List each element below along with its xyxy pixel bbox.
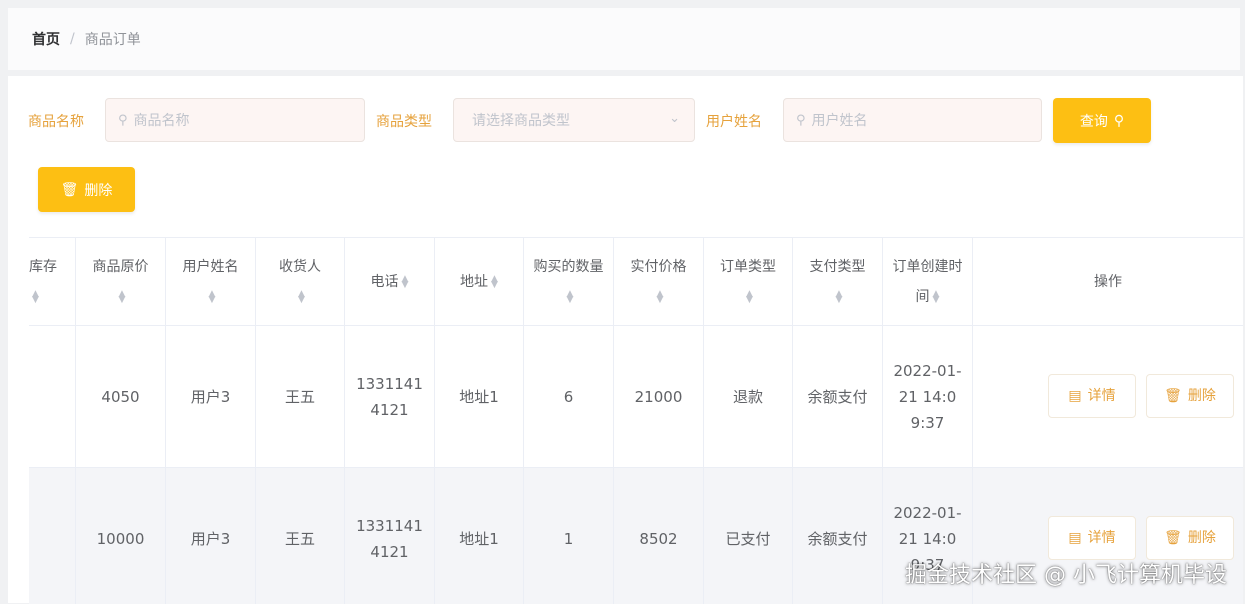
breadcrumb-bar: 首页 / 商品订单 [8,8,1240,70]
table-row: 4050 用户3 王五 13311414121 地址1 6 21000 退款 余… [29,326,1243,468]
search-icon: ⚲ [1113,112,1125,129]
breadcrumb-current: 商品订单 [84,32,141,48]
main-panel: 商品名称 ⚲ 商品名称 商品类型 请选择商品类型 ⌄ 用户姓名 ⚲ 用户姓名 查… [8,76,1243,604]
table-header: 库存 ▲ ▼ 商品原价 ▲ ▼ 用户姓名 ▲ ▼ 收货人 ▲ ▼ 电话 ▲ ▼ 地址 ▲ ▼ 购买的数量… [29,238,1243,326]
cell-receiver: 王五 [256,326,345,467]
product-name-placeholder: 商品名称 [133,113,190,129]
breadcrumb-home[interactable]: 首页 [32,29,60,49]
watermark: 掘金技术社区 @ 小飞计算机毕设 [905,563,1227,588]
col-quantity-label: 购买的数量 [533,258,604,275]
row-delete-button[interactable]: 🗑 删除 [1146,516,1234,560]
col-address-label: 地址 [460,273,489,290]
query-button-label: 查询 [1079,113,1108,130]
cell-payment-type: 余额支付 [793,468,883,604]
col-header-address[interactable]: 地址 ▲ ▼ [435,238,524,325]
col-header-paid-price[interactable]: 实付价格 ▲ ▼ [614,238,704,325]
cell-quantity: 1 [524,468,614,604]
row-delete-button[interactable]: 🗑 删除 [1146,374,1234,418]
cell-paid-price: 8502 [614,468,704,604]
cell-original-price: 4050 [76,326,166,467]
cell-user-name: 用户3 [166,468,256,604]
detail-button-label: 详情 [1087,530,1116,546]
filter-bar: 商品名称 ⚲ 商品名称 商品类型 请选择商品类型 ⌄ 用户姓名 ⚲ 用户姓名 查… [8,98,1243,144]
detail-button[interactable]: ▤ 详情 [1048,516,1136,560]
user-name-placeholder: 用户姓名 [811,113,868,129]
col-header-phone[interactable]: 电话 ▲ ▼ [345,238,435,325]
col-header-stock[interactable]: 库存 ▲ ▼ [29,238,76,325]
col-phone-label: 电话 [370,273,399,290]
sort-icon[interactable]: ▲ ▼ [567,289,574,304]
col-stock-label: 库存 [29,258,57,275]
col-header-payment-type[interactable]: 支付类型 ▲ ▼ [793,238,883,325]
user-name-input[interactable]: ⚲ 用户姓名 [783,98,1042,142]
sort-icon[interactable]: ▲ ▼ [32,289,39,304]
cell-stock [29,468,76,604]
product-type-select[interactable]: 请选择商品类型 ⌄ [453,98,695,142]
trash-icon: 🗑 [60,181,79,198]
sort-icon[interactable]: ▲ ▼ [836,289,843,304]
col-header-order-type[interactable]: 订单类型 ▲ ▼ [704,238,793,325]
breadcrumb: 首页 / 商品订单 [32,29,141,49]
sort-icon[interactable]: ▲ ▼ [491,274,498,289]
col-paid-price-label: 实付价格 [630,258,687,275]
col-header-created-time[interactable]: 订单创建时间 ▲ ▼ [883,238,973,325]
sort-icon[interactable]: ▲ ▼ [298,289,305,304]
sort-icon[interactable]: ▲ ▼ [746,289,753,304]
document-icon: ▤ [1068,388,1082,404]
product-name-label: 商品名称 [28,114,84,130]
cell-stock [29,326,76,467]
product-type-placeholder: 请选择商品类型 [472,113,570,129]
cell-phone: 13311414121 [345,468,435,604]
user-name-label: 用户姓名 [706,114,762,130]
col-original-price-label: 商品原价 [92,258,149,275]
row-delete-label: 删除 [1187,530,1216,546]
chevron-down-icon: ⌄ [669,111,680,126]
cell-created-time: 2022-01-21 14:09:37 [883,326,973,467]
cell-order-type: 退款 [704,326,793,467]
sort-icon[interactable]: ▲ ▼ [209,289,216,304]
cell-quantity: 6 [524,326,614,467]
cell-actions: ▤ 详情 🗑 删除 [973,326,1243,467]
sort-icon[interactable]: ▲ ▼ [657,289,664,304]
orders-table: 库存 ▲ ▼ 商品原价 ▲ ▼ 用户姓名 ▲ ▼ 收货人 ▲ ▼ 电话 ▲ ▼ 地址 ▲ ▼ 购买的数量… [29,237,1243,604]
search-icon: ⚲ [796,112,806,128]
cell-payment-type: 余额支付 [793,326,883,467]
sort-icon[interactable]: ▲ ▼ [119,289,126,304]
col-header-user-name[interactable]: 用户姓名 ▲ ▼ [166,238,256,325]
col-header-original-price[interactable]: 商品原价 ▲ ▼ [76,238,166,325]
batch-delete-label: 删除 [84,182,113,199]
cell-phone: 13311414121 [345,326,435,467]
row-delete-label: 删除 [1187,388,1216,404]
batch-delete-button[interactable]: 🗑 删除 [38,167,135,212]
cell-address: 地址1 [435,468,524,604]
cell-user-name: 用户3 [166,326,256,467]
breadcrumb-separator: / [70,31,75,47]
query-button[interactable]: 查询 ⚲ [1053,98,1151,143]
trash-icon: 🗑 [1164,530,1182,546]
cell-paid-price: 21000 [614,326,704,467]
cell-original-price: 10000 [76,468,166,604]
cell-address: 地址1 [435,326,524,467]
col-receiver-label: 收货人 [279,258,321,275]
sort-icon[interactable]: ▲ ▼ [402,274,409,289]
detail-button-label: 详情 [1087,388,1116,404]
col-user-name-label: 用户姓名 [182,258,239,275]
sort-icon[interactable]: ▲ ▼ [933,289,940,304]
document-icon: ▤ [1068,530,1082,546]
product-type-label: 商品类型 [376,114,432,130]
search-icon: ⚲ [118,112,128,128]
detail-button[interactable]: ▤ 详情 [1048,374,1136,418]
col-actions-label: 操作 [1094,273,1122,290]
cell-order-type: 已支付 [704,468,793,604]
col-created-time-label: 订单创建时间 [892,258,963,305]
trash-icon: 🗑 [1164,388,1182,404]
col-order-type-label: 订单类型 [720,258,776,275]
col-header-actions: 操作 [973,238,1243,325]
col-payment-type-label: 支付类型 [809,258,866,275]
col-header-receiver[interactable]: 收货人 ▲ ▼ [256,238,345,325]
product-name-input[interactable]: ⚲ 商品名称 [105,98,365,142]
cell-receiver: 王五 [256,468,345,604]
col-header-quantity[interactable]: 购买的数量 ▲ ▼ [524,238,614,325]
